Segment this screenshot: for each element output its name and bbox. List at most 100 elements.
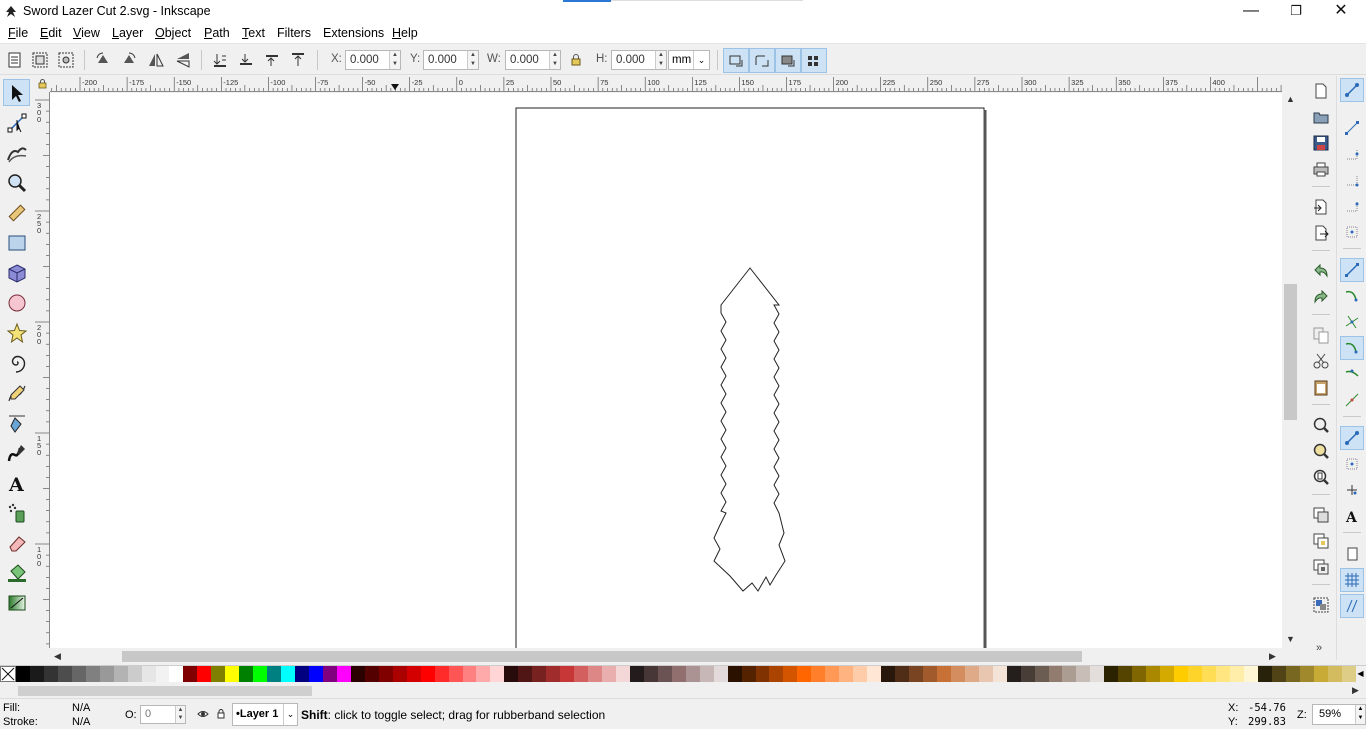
- snap-page-border-icon[interactable]: [1340, 542, 1364, 566]
- color-swatch[interactable]: [1034, 666, 1049, 682]
- snap-bbox-center-icon[interactable]: [1340, 220, 1364, 244]
- color-swatch[interactable]: [1243, 666, 1258, 682]
- paint-bucket-tool-icon[interactable]: [3, 559, 30, 586]
- color-swatch[interactable]: [448, 666, 463, 682]
- color-swatch[interactable]: [406, 666, 421, 682]
- opacity-input[interactable]: 0 ▲ ▼: [140, 705, 186, 724]
- print-document-icon[interactable]: [1310, 158, 1332, 180]
- color-swatch[interactable]: [225, 666, 240, 682]
- copy-icon[interactable]: [1310, 324, 1332, 346]
- menu-help[interactable]: Help: [392, 26, 418, 40]
- color-swatch[interactable]: [727, 666, 742, 682]
- color-swatch[interactable]: [881, 666, 896, 682]
- color-swatch[interactable]: [281, 666, 296, 682]
- color-swatch[interactable]: [797, 666, 812, 682]
- menu-layer[interactable]: Layer: [112, 26, 143, 40]
- scale-stroke-toggle[interactable]: [723, 48, 749, 73]
- no-paint-swatch[interactable]: [0, 666, 16, 682]
- color-swatch[interactable]: [1132, 666, 1147, 682]
- transform-patterns-toggle[interactable]: [801, 48, 827, 73]
- color-swatch[interactable]: [1341, 666, 1356, 682]
- 3d-box-tool-icon[interactable]: [3, 259, 30, 286]
- color-swatch[interactable]: [309, 666, 323, 682]
- color-swatch[interactable]: [434, 666, 449, 682]
- palette-end-arrow[interactable]: ◀: [1355, 666, 1366, 682]
- menu-extensions[interactable]: Extensions: [323, 26, 384, 40]
- padlock-icon[interactable]: [216, 708, 226, 720]
- color-swatch[interactable]: [99, 666, 114, 682]
- color-swatch[interactable]: [1160, 666, 1175, 682]
- pencil-tool-icon[interactable]: [3, 379, 30, 406]
- color-swatch[interactable]: [1174, 666, 1189, 682]
- color-swatch[interactable]: [1188, 666, 1203, 682]
- undo-icon[interactable]: [1310, 260, 1332, 282]
- color-swatch[interactable]: [1020, 666, 1035, 682]
- maximize-button[interactable]: ❐: [1273, 0, 1319, 24]
- color-swatch[interactable]: [1062, 666, 1077, 682]
- group-icon[interactable]: [1310, 594, 1332, 616]
- gradient-tool-icon[interactable]: [3, 589, 30, 616]
- color-swatch[interactable]: [615, 666, 630, 682]
- import-icon[interactable]: [1310, 196, 1332, 218]
- duplicate-icon[interactable]: [1310, 504, 1332, 526]
- snap-text-baseline-icon[interactable]: A: [1340, 504, 1364, 528]
- rotate-cw-icon[interactable]: [118, 49, 140, 71]
- color-swatch[interactable]: [1146, 666, 1161, 682]
- snap-bbox-icon[interactable]: [1340, 116, 1364, 140]
- color-swatch[interactable]: [922, 666, 937, 682]
- snap-midpoints-icon[interactable]: [1340, 388, 1364, 412]
- color-swatch[interactable]: [867, 666, 882, 682]
- color-swatch[interactable]: [992, 666, 1007, 682]
- snap-bbox-edges-icon[interactable]: [1340, 142, 1364, 166]
- color-swatch[interactable]: [811, 666, 826, 682]
- h-spinner[interactable]: ▲ ▼: [655, 51, 666, 69]
- snap-bbox-midpoints-icon[interactable]: [1340, 194, 1364, 218]
- y-spinner[interactable]: ▲ ▼: [467, 51, 478, 69]
- selector-tool-icon[interactable]: [3, 79, 30, 106]
- commands-overflow[interactable]: »: [1316, 642, 1322, 654]
- x-spinner[interactable]: ▲ ▼: [389, 51, 400, 69]
- menu-file[interactable]: File: [8, 26, 28, 40]
- color-swatch[interactable]: [783, 666, 798, 682]
- ellipse-tool-icon[interactable]: [3, 289, 30, 316]
- spray-tool-icon[interactable]: [3, 499, 30, 526]
- guide-lock-icon[interactable]: [35, 76, 50, 92]
- color-swatch[interactable]: [1257, 666, 1272, 682]
- snap-intersections-icon[interactable]: [1340, 310, 1364, 334]
- color-swatch[interactable]: [853, 666, 868, 682]
- color-swatch[interactable]: [1313, 666, 1328, 682]
- minimize-button[interactable]: —: [1228, 0, 1274, 24]
- color-swatch[interactable]: [936, 666, 951, 682]
- color-swatch[interactable]: [43, 666, 58, 682]
- color-swatch[interactable]: [169, 666, 184, 682]
- color-swatch[interactable]: [1202, 666, 1216, 682]
- color-swatch[interactable]: [239, 666, 254, 682]
- color-swatch[interactable]: [560, 666, 575, 682]
- color-swatch[interactable]: [713, 666, 728, 682]
- zoom-tool-icon[interactable]: [3, 169, 30, 196]
- scale-corners-toggle[interactable]: [749, 48, 775, 73]
- color-swatch[interactable]: [685, 666, 700, 682]
- lock-icon[interactable]: [565, 49, 587, 71]
- color-swatch[interactable]: [532, 666, 547, 682]
- raise-icon[interactable]: [261, 49, 283, 71]
- color-swatch[interactable]: [839, 666, 854, 682]
- lower-to-bottom-icon[interactable]: [209, 49, 231, 71]
- snap-object-centers-icon[interactable]: [1340, 452, 1364, 476]
- select-all-layers-icon[interactable]: [29, 49, 51, 71]
- zoom-input[interactable]: 59% ▲ ▼: [1312, 704, 1366, 725]
- color-swatch[interactable]: [518, 666, 533, 682]
- stroke-value[interactable]: N/A: [72, 716, 90, 728]
- color-swatch[interactable]: [1006, 666, 1021, 682]
- vertical-scroll-thumb[interactable]: [1284, 284, 1297, 420]
- vertical-scrollbar[interactable]: ▲ ▼: [1282, 92, 1299, 648]
- scroll-down-arrow[interactable]: ▼: [1286, 634, 1295, 644]
- color-swatch[interactable]: [183, 666, 198, 682]
- color-swatch[interactable]: [420, 666, 435, 682]
- palette-scroll-thumb[interactable]: [18, 686, 312, 696]
- scroll-right-arrow[interactable]: ▶: [1269, 651, 1276, 662]
- color-swatch[interactable]: [1271, 666, 1286, 682]
- eraser-tool-icon[interactable]: [3, 529, 30, 556]
- unit-select[interactable]: mm ⌄: [668, 50, 710, 70]
- snap-bbox-corners-icon[interactable]: [1340, 168, 1364, 192]
